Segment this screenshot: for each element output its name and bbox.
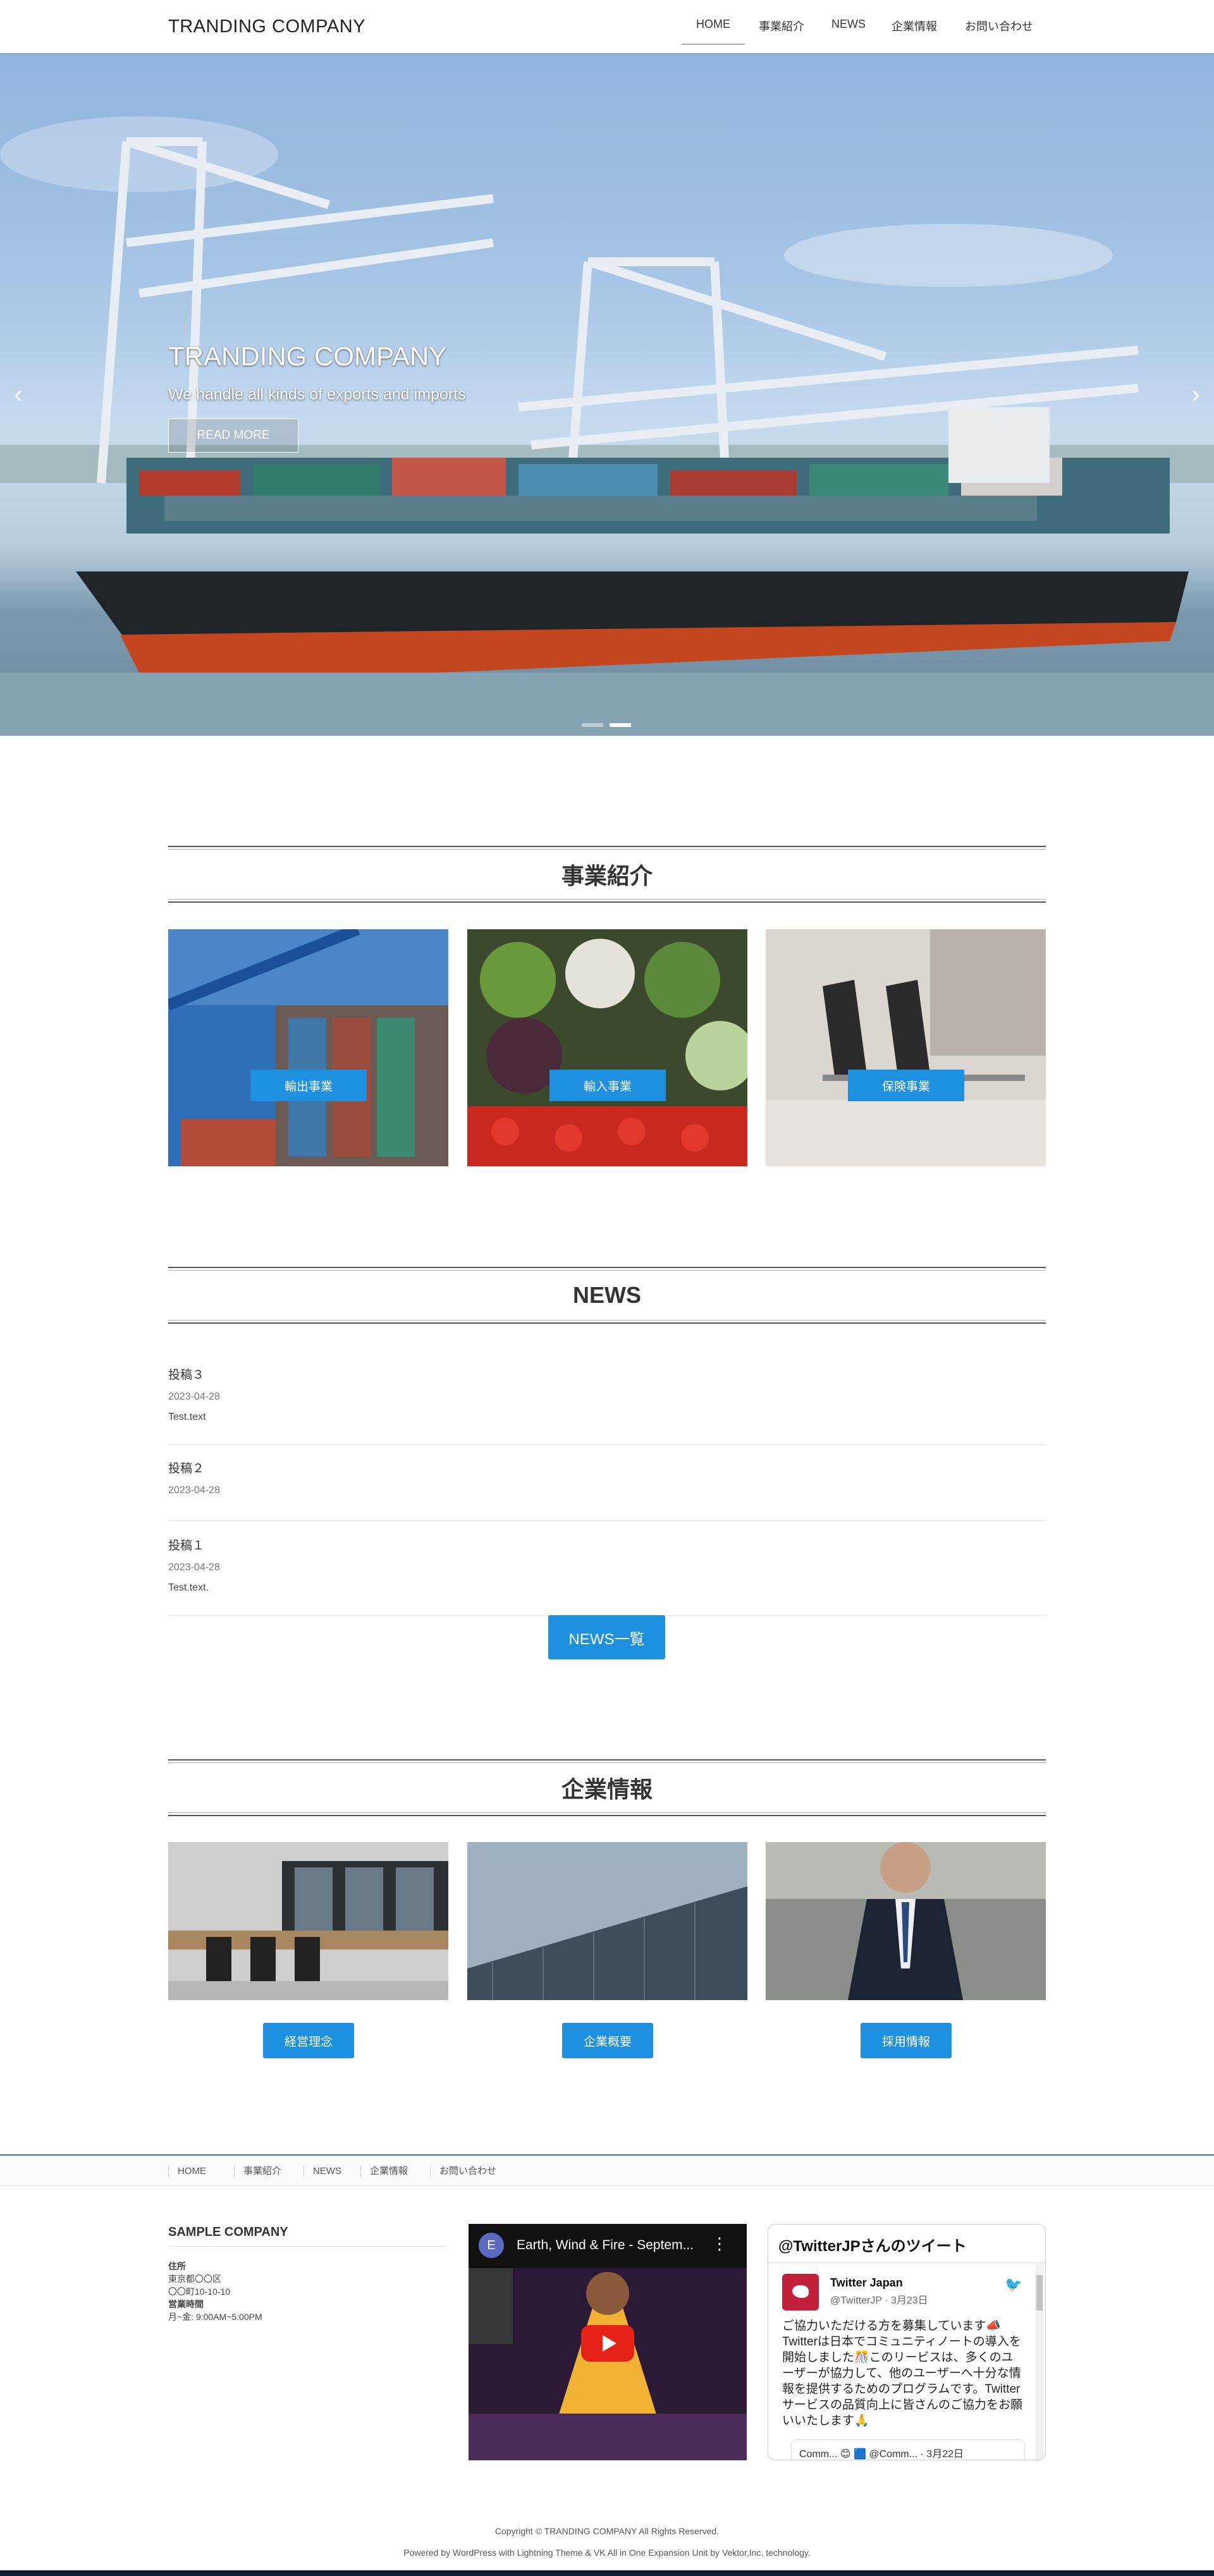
powered-by: Powered by WordPress with Lightning Them… (403, 2548, 811, 2558)
tweet-avatar[interactable] (782, 2274, 819, 2310)
tweet-text: ご協力いただける方を募集しています📣 Twitterは日本でコミュニティノートの… (782, 2319, 1023, 2427)
copyright: Copyright © TRANDING COMPANY All Rights … (494, 2526, 720, 2536)
import-image (467, 929, 747, 1166)
news-item[interactable]: 投稿２ 2023-04-28 (168, 1459, 1046, 1521)
news-heading: NEWS (168, 1267, 1046, 1324)
businessman-image (766, 1842, 1046, 2000)
youtube-play-icon[interactable] (581, 2325, 634, 2362)
business-hours: 月~金: 9:00AM~5:00PM (168, 2312, 262, 2322)
tweet-author-name[interactable]: Twitter Japan (830, 2276, 903, 2290)
insurance-image (766, 929, 1046, 1166)
more-vertical-icon[interactable]: ⋮ (711, 2234, 728, 2254)
hero-title: TRANDING COMPANY (168, 341, 447, 371)
business-card-insurance[interactable]: 保険事業 (766, 929, 1046, 1166)
nav-item-company[interactable]: 企業情報 (892, 18, 937, 34)
read-more-button[interactable]: READ MORE (168, 418, 298, 453)
news-excerpt: Test.text. (168, 1582, 209, 1593)
youtube-embed[interactable]: E Earth, Wind & Fire - Septem... ⋮ (469, 2224, 747, 2460)
overview-image[interactable] (467, 1842, 747, 2000)
business-card-export[interactable]: 輸出事業 (168, 929, 448, 1166)
philosophy-image[interactable] (168, 1842, 448, 2000)
insurance-button[interactable]: 保険事業 (848, 1070, 964, 1101)
building-image (467, 1842, 747, 2000)
chevron-left-icon[interactable]: ‹ (9, 382, 28, 407)
news-list-button[interactable]: NEWS一覧 (548, 1615, 665, 1659)
slider-dot-1[interactable] (582, 723, 603, 727)
twitter-timeline-heading[interactable]: @TwitterJPさんのツイート (778, 2233, 967, 2256)
business-card-import[interactable]: 輸入事業 (467, 929, 747, 1166)
chevron-right-icon[interactable]: › (1186, 382, 1205, 407)
news-item[interactable]: 投稿１ 2023-04-28 Test.text. (168, 1536, 1046, 1616)
import-button[interactable]: 輸入事業 (549, 1070, 666, 1101)
hero-subtitle: We handle all kinds of exports and impor… (168, 386, 466, 403)
news-date: 2023-04-28 (168, 1391, 220, 1402)
footer-nav-company[interactable]: 企業情報 (360, 2166, 408, 2177)
footer-divider (168, 2246, 446, 2247)
quoted-tweet[interactable]: Comm... 😊 🟦 @Comm... · 3月22日 (791, 2439, 1025, 2460)
overview-button[interactable]: 企業概要 (562, 2023, 653, 2058)
nav-item-news[interactable]: NEWS (831, 18, 866, 31)
site-header: TRANDING COMPANY HOME 事業紹介 NEWS 企業情報 お問い… (0, 0, 1214, 53)
footer-nav: HOME 事業紹介 NEWS 企業情報 お問い合わせ (0, 2154, 1214, 2186)
address-label: 住所 (168, 2261, 186, 2271)
nav-item-home[interactable]: HOME (696, 18, 730, 31)
bottom-bar (0, 2570, 1214, 2576)
footer-nav-business[interactable]: 事業紹介 (234, 2166, 281, 2177)
nav-item-business[interactable]: 事業紹介 (759, 18, 804, 34)
hero-slider: TRANDING COMPANY We handle all kinds of … (0, 53, 1214, 736)
tweet-author-handle[interactable]: @TwitterJP · 3月23日 (830, 2292, 928, 2307)
channel-avatar[interactable]: E (479, 2233, 504, 2258)
nav-active-indicator (682, 44, 745, 45)
twitter-bird-icon[interactable]: 🐦 (1005, 2276, 1022, 2293)
video-title[interactable]: Earth, Wind & Fire - Septem... (517, 2238, 694, 2253)
news-excerpt: Test.text (168, 1412, 206, 1422)
news-date: 2023-04-28 (168, 1485, 220, 1496)
site-logo[interactable]: TRANDING COMPANY (168, 16, 365, 37)
twitter-scrollbar-thumb[interactable] (1036, 2275, 1043, 2310)
news-title[interactable]: 投稿２ (168, 1459, 1046, 1476)
recruit-image[interactable] (766, 1842, 1046, 2000)
footer-company-info: 住所 東京都〇〇区 〇〇町10-10-10 営業時間 月~金: 9:00AM~5… (168, 2260, 262, 2323)
address-line-2: 〇〇町10-10-10 (168, 2286, 231, 2297)
news-item[interactable]: 投稿３ 2023-04-28 Test.text (168, 1365, 1046, 1445)
footer-company-name: SAMPLE COMPANY (168, 2225, 288, 2239)
slider-dot-2[interactable] (610, 723, 631, 727)
export-image (168, 929, 448, 1166)
nav-item-contact[interactable]: お問い合わせ (965, 18, 1033, 34)
footer-nav-home[interactable]: HOME (168, 2166, 206, 2177)
hours-label: 営業時間 (168, 2299, 204, 2309)
footer-nav-contact[interactable]: お問い合わせ (430, 2166, 496, 2177)
office-image (168, 1842, 448, 2000)
philosophy-button[interactable]: 経営理念 (263, 2023, 354, 2058)
export-button[interactable]: 輸出事業 (250, 1070, 367, 1101)
twitter-divider (768, 2262, 1045, 2263)
news-title[interactable]: 投稿１ (168, 1536, 1046, 1553)
footer-nav-news[interactable]: NEWS (304, 2166, 341, 2177)
news-date: 2023-04-28 (168, 1562, 220, 1573)
recruit-button[interactable]: 採用情報 (861, 2023, 952, 2058)
twitter-timeline[interactable]: @TwitterJPさんのツイート Twitter Japan @Twitter… (768, 2224, 1046, 2460)
slider-pagination (582, 723, 631, 727)
company-heading: 企業情報 (168, 1759, 1046, 1816)
news-title[interactable]: 投稿３ (168, 1365, 1046, 1383)
business-heading: 事業紹介 (168, 846, 1046, 903)
address-line-1: 東京都〇〇区 (168, 2274, 221, 2284)
